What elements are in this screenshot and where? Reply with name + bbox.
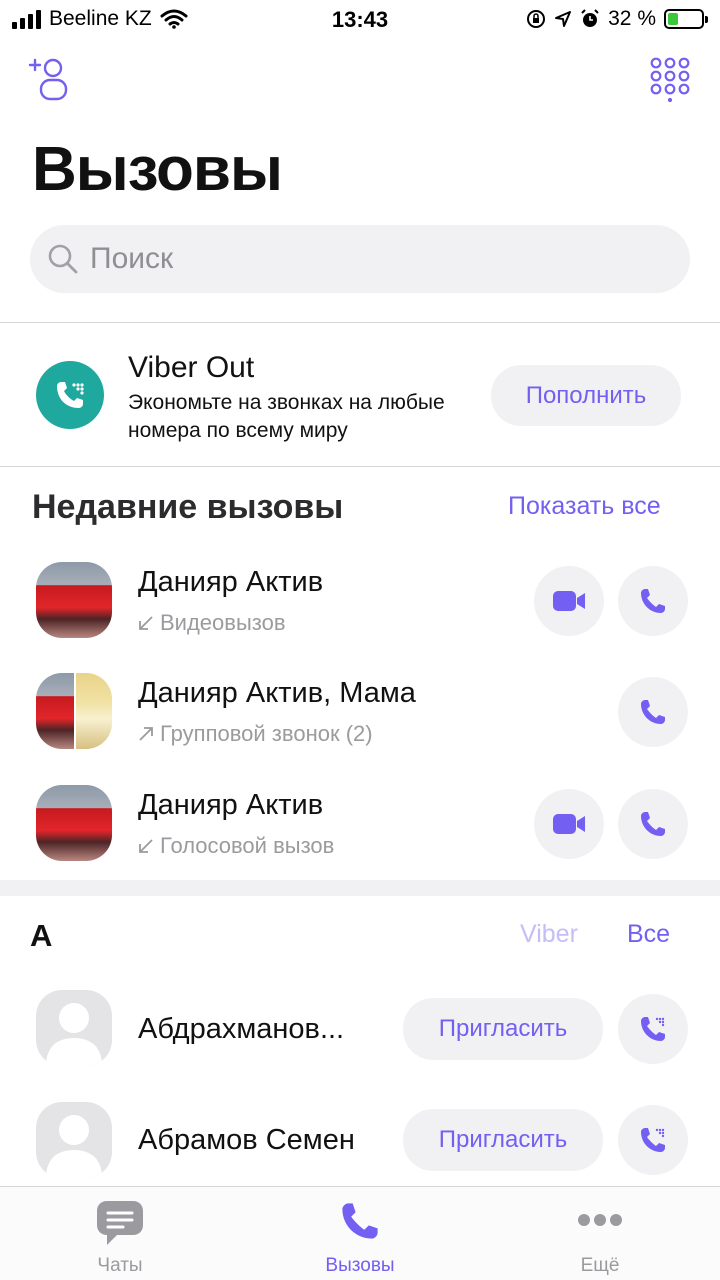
viber-out-phone-icon <box>641 1128 665 1152</box>
video-call-button[interactable] <box>534 789 604 859</box>
viber-out-call-button[interactable] <box>618 994 688 1064</box>
viber-out-title: Viber Out <box>128 351 255 384</box>
viber-out-logo <box>36 361 104 429</box>
voice-call-button[interactable] <box>618 789 688 859</box>
group-avatar-part <box>74 673 112 749</box>
recent-call-type-label: Групповой звонок (2) <box>160 721 373 746</box>
divider <box>0 466 720 467</box>
tab-label: Ещё <box>580 1255 620 1276</box>
incoming-arrow-icon <box>139 839 153 853</box>
recent-call-name[interactable]: Данияр Актив, Мама <box>138 677 416 710</box>
recent-call-type-label: Видеовызов <box>160 610 286 635</box>
section-separator <box>0 880 720 896</box>
invite-button[interactable]: Пригласить <box>403 1109 603 1171</box>
chat-bubble-icon <box>97 1201 143 1245</box>
show-all-link[interactable]: Показать все <box>508 492 661 521</box>
group-avatar-part <box>36 673 74 749</box>
divider <box>0 322 720 323</box>
contact-name[interactable]: Абрамов Семен <box>138 1124 355 1157</box>
video-camera-icon <box>553 814 585 834</box>
status-bar: Beeline KZ 13:43 32 % <box>0 0 720 40</box>
outgoing-arrow-icon <box>139 727 153 741</box>
phone-icon <box>641 589 665 613</box>
group-avatar[interactable] <box>36 673 112 749</box>
phone-icon <box>641 812 665 836</box>
voice-call-button[interactable] <box>618 566 688 636</box>
location-icon <box>555 11 572 27</box>
viber-out-phone-icon <box>641 1017 665 1041</box>
recent-call-type: Голосовой вызов <box>138 833 334 859</box>
contact-avatar[interactable] <box>36 562 112 638</box>
tab-label: Вызовы <box>325 1255 395 1276</box>
filter-all-tab[interactable]: Все <box>627 920 670 949</box>
invite-button[interactable]: Пригласить <box>403 998 603 1060</box>
default-avatar[interactable] <box>36 990 112 1066</box>
viber-out-call-button[interactable] <box>618 1105 688 1175</box>
add-contact-button[interactable] <box>28 56 72 102</box>
more-dots-icon <box>578 1214 622 1226</box>
tab-bar: Чаты Вызовы Ещё <box>0 1186 720 1280</box>
contacts-letter-header: A <box>30 918 53 953</box>
tab-icon-wrap <box>480 1213 720 1227</box>
filter-viber-tab[interactable]: Viber <box>520 920 578 949</box>
recent-call-name[interactable]: Данияр Актив <box>138 789 323 822</box>
tab-label: Чаты <box>97 1255 143 1276</box>
contact-name[interactable]: Абдрахманов... <box>138 1013 344 1046</box>
tab-chats[interactable]: Чаты <box>0 1187 240 1280</box>
page-title: Вызовы <box>32 135 283 204</box>
recent-calls-title: Недавние вызовы <box>32 488 344 526</box>
person-icon <box>46 1003 102 1066</box>
default-avatar[interactable] <box>36 1102 112 1178</box>
tab-icon-wrap <box>0 1199 240 1247</box>
recent-call-type: Групповой звонок (2) <box>138 721 373 747</box>
search-input[interactable] <box>90 242 650 276</box>
battery-icon <box>664 9 708 29</box>
dialpad-icon <box>650 57 690 103</box>
tab-more[interactable]: Ещё <box>480 1187 720 1280</box>
incoming-arrow-icon <box>139 616 153 630</box>
alarm-icon <box>581 9 599 27</box>
recent-call-type-label: Голосовой вызов <box>160 833 335 858</box>
search-icon <box>48 244 78 274</box>
battery-level <box>668 13 679 25</box>
dialpad-button[interactable] <box>648 56 692 103</box>
top-up-button[interactable]: Пополнить <box>491 365 681 426</box>
status-right: 32 % <box>526 7 708 31</box>
phone-icon <box>342 1203 378 1239</box>
battery-percent: 32 % <box>608 7 656 30</box>
viber-out-description: Экономьте на звонках на любые номера по … <box>128 391 445 442</box>
contact-avatar[interactable] <box>36 785 112 861</box>
orientation-lock-icon <box>527 10 546 28</box>
tab-calls[interactable]: Вызовы <box>240 1187 480 1280</box>
tab-icon-wrap <box>240 1199 480 1243</box>
viber-out-phone-icon <box>57 382 84 408</box>
video-camera-icon <box>553 591 585 611</box>
video-call-button[interactable] <box>534 566 604 636</box>
person-icon <box>46 1115 102 1178</box>
recent-call-type: Видеовызов <box>138 610 286 636</box>
recent-call-name[interactable]: Данияр Актив <box>138 566 323 599</box>
voice-call-button[interactable] <box>618 677 688 747</box>
add-contact-icon <box>28 58 68 101</box>
phone-icon <box>641 700 665 724</box>
search-bar[interactable] <box>30 225 690 293</box>
